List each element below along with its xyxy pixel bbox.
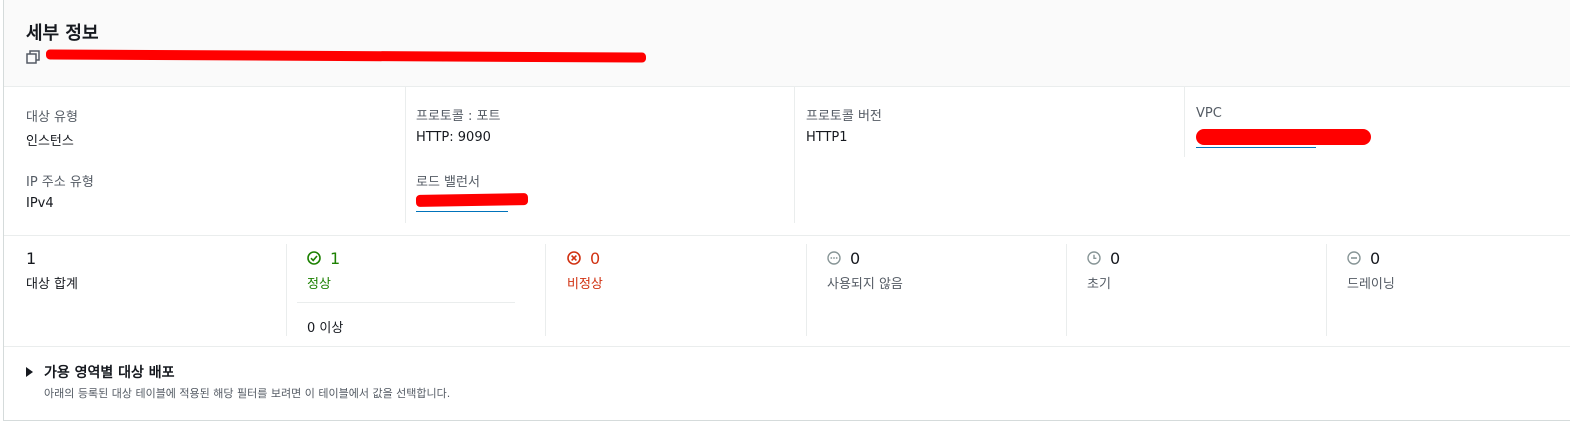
unused-count[interactable]: 0 (850, 249, 860, 268)
vpc-label: VPC (1196, 106, 1222, 121)
load-balancer-redaction[interactable] (415, 193, 529, 207)
details-grid: 대상 유형 인스턴스 IP 주소 유형 IPv4 프로토콜 : 포트 HTTP:… (4, 87, 1570, 236)
x-circle-icon (567, 251, 581, 265)
unused-label[interactable]: 사용되지 않음 (827, 273, 903, 292)
target-health-summary: 1 대상 합계 1 정상 0 이상 0 비정상 0 사용되지 않음 0 초기 0… (4, 236, 1570, 347)
stat-divider (545, 244, 546, 336)
stat-divider (1066, 244, 1067, 336)
ip-address-type-value: IPv4 (26, 196, 54, 211)
target-type-label: 대상 유형 (26, 110, 78, 125)
draining-label[interactable]: 드레이닝 (1347, 273, 1395, 292)
unhealthy-count[interactable]: 0 (590, 249, 600, 268)
healthy-label[interactable]: 정상 (307, 273, 331, 292)
healthy-anomaly-count[interactable]: 0 이상 (307, 317, 343, 336)
initial-count[interactable]: 0 (1110, 249, 1120, 268)
load-balancer-link-underline[interactable] (416, 211, 508, 212)
initial-label[interactable]: 초기 (1087, 273, 1111, 292)
page-title: 세부 정보 (26, 23, 99, 44)
check-circle-icon (307, 251, 321, 265)
column-divider (405, 87, 406, 223)
target-group-details-panel: 세부 정보 대상 유형 인스턴스 IP 주소 유형 IPv4 프로토콜 : 포트… (3, 0, 1570, 421)
protocol-port-value: HTTP: 9090 (416, 130, 491, 145)
caret-right-icon[interactable] (26, 367, 33, 377)
stat-divider (806, 244, 807, 336)
draining-count[interactable]: 0 (1370, 249, 1380, 268)
stat-divider (1326, 244, 1327, 336)
vpc-redaction[interactable] (1196, 129, 1371, 145)
az-distribution-title[interactable]: 가용 영역별 대상 배포 (44, 362, 175, 382)
protocol-port-label: 프로토콜 : 포트 (416, 109, 501, 124)
minus-circle-icon (1347, 251, 1361, 265)
total-targets-label: 대상 합계 (26, 277, 78, 292)
column-divider (1184, 87, 1185, 157)
ellipsis-circle-icon (827, 251, 841, 265)
unhealthy-label[interactable]: 비정상 (567, 273, 603, 292)
target-type-value: 인스턴스 (26, 134, 74, 149)
details-header: 세부 정보 (4, 0, 1570, 87)
protocol-version-label: 프로토콜 버전 (806, 109, 882, 124)
az-distribution-description: 아래의 등록된 대상 테이블에 적용된 해당 필터를 보려면 이 테이블에서 값… (44, 387, 451, 400)
stat-divider (286, 244, 287, 336)
copy-icon[interactable] (26, 50, 40, 64)
protocol-version-value: HTTP1 (806, 130, 848, 145)
ip-address-type-label: IP 주소 유형 (26, 175, 94, 190)
healthy-count[interactable]: 1 (330, 249, 340, 268)
column-divider (794, 87, 795, 223)
healthy-sub-divider (297, 302, 515, 303)
clock-icon (1087, 251, 1101, 265)
arn-redaction (46, 49, 646, 63)
vpc-link-underline[interactable] (1196, 147, 1316, 148)
total-targets-count: 1 (26, 249, 37, 268)
load-balancer-label: 로드 밸런서 (416, 175, 480, 190)
az-distribution-section[interactable]: 가용 영역별 대상 배포 아래의 등록된 대상 테이블에 적용된 해당 필터를 … (4, 347, 1570, 421)
